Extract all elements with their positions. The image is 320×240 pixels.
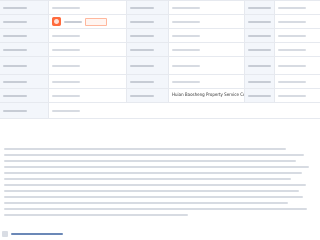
field-label — [0, 89, 48, 102]
paragraph-line — [4, 158, 316, 163]
field-value — [168, 15, 244, 28]
paragraph-line-text — [4, 207, 307, 210]
field-label — [0, 103, 48, 118]
field-value — [168, 43, 244, 56]
paragraph-line-text — [4, 195, 303, 198]
field-label — [126, 29, 168, 42]
field-label — [126, 43, 168, 56]
field-value — [274, 89, 320, 102]
field-label — [126, 89, 168, 102]
field-value — [274, 43, 320, 56]
business-scope-text — [0, 146, 320, 216]
paragraph-line — [4, 206, 316, 211]
paragraph-line — [4, 170, 316, 175]
field-label — [126, 75, 168, 88]
paragraph-line — [4, 152, 316, 157]
paragraph-line-text — [4, 189, 299, 192]
document-icon — [2, 231, 8, 237]
legal-rep-name[interactable] — [64, 20, 82, 23]
field-value — [48, 103, 320, 118]
bottom-link-text[interactable] — [11, 233, 63, 235]
field-value — [48, 89, 126, 102]
field-label — [244, 29, 274, 42]
company-info-page: Huian Baosheng Property Service Co., Ltd… — [0, 0, 320, 240]
company-info-table: Huian Baosheng Property Service Co., Ltd… — [0, 0, 320, 119]
field-value — [274, 1, 320, 14]
paragraph-line-text — [4, 165, 309, 168]
field-label — [244, 43, 274, 56]
field-value — [48, 57, 126, 74]
field-label — [244, 57, 274, 74]
bottom-link-row[interactable] — [0, 228, 320, 240]
paragraph-line-text — [4, 153, 304, 156]
field-label — [126, 57, 168, 74]
legal-representative — [48, 15, 126, 28]
paragraph-line — [4, 146, 316, 151]
info-row: Huian Baosheng Property Service Co., Ltd… — [0, 89, 320, 103]
paragraph-line-text — [4, 201, 288, 204]
field-label — [0, 1, 48, 14]
field-label — [0, 75, 48, 88]
field-value — [48, 43, 126, 56]
paragraph-line-text — [4, 159, 296, 162]
paragraph-line — [4, 164, 316, 169]
info-row — [0, 1, 320, 15]
info-row — [0, 29, 320, 43]
legal-rep-badge — [85, 17, 107, 26]
paragraph-line-text — [4, 171, 302, 174]
field-value — [48, 1, 126, 14]
info-row — [0, 15, 320, 29]
field-label — [244, 1, 274, 14]
paragraph-line-text — [4, 213, 188, 216]
info-row — [0, 43, 320, 57]
info-row — [0, 57, 320, 75]
english-company-name: Huian Baosheng Property Service Co., Ltd… — [168, 89, 244, 102]
paragraph-line — [4, 194, 316, 199]
field-label — [244, 75, 274, 88]
field-label — [0, 43, 48, 56]
info-row — [0, 103, 320, 119]
field-label — [244, 89, 274, 102]
field-value — [168, 1, 244, 14]
paragraph-line — [4, 200, 316, 205]
field-value — [48, 75, 126, 88]
field-value — [274, 75, 320, 88]
field-label — [0, 57, 48, 74]
field-value — [48, 29, 126, 42]
paragraph-line-text — [4, 147, 286, 150]
field-label — [126, 15, 168, 28]
legal-rep-wrap — [52, 17, 123, 26]
field-value — [168, 29, 244, 42]
field-label — [0, 15, 48, 28]
field-value — [168, 75, 244, 88]
field-value — [274, 15, 320, 28]
field-label — [126, 1, 168, 14]
field-label — [244, 15, 274, 28]
paragraph-line-text — [4, 183, 306, 186]
paragraph-line — [4, 182, 316, 187]
info-row — [0, 75, 320, 89]
field-value — [274, 57, 320, 74]
paragraph-line-text — [4, 177, 291, 180]
field-value — [168, 57, 244, 74]
field-label — [0, 29, 48, 42]
field-value — [274, 29, 320, 42]
paragraph-line — [4, 176, 316, 181]
paragraph-line — [4, 212, 316, 217]
paragraph-line — [4, 188, 316, 193]
avatar — [52, 17, 61, 26]
